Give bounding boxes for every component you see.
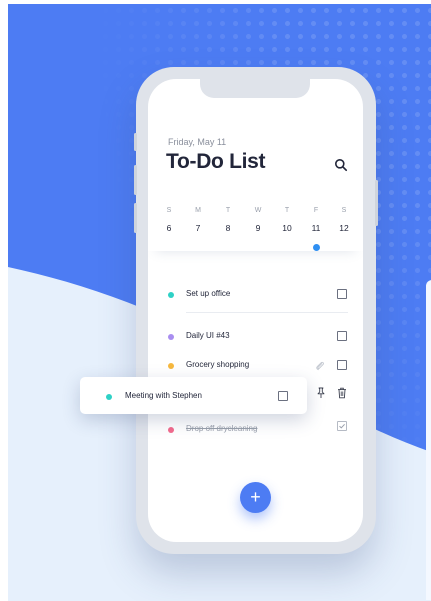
phone-side-button bbox=[134, 165, 137, 195]
search-icon[interactable] bbox=[334, 158, 348, 172]
day-cell-selected[interactable]: F 11 bbox=[306, 207, 326, 233]
task-color-dot bbox=[106, 394, 112, 400]
page-title: To-Do List bbox=[166, 150, 266, 173]
task-label: Grocery shopping bbox=[186, 360, 250, 369]
day-letter: W bbox=[254, 207, 262, 214]
task-item[interactable]: Daily UI #43 bbox=[148, 328, 363, 348]
task-label: Meeting with Stephen bbox=[125, 391, 202, 400]
task-checkbox[interactable] bbox=[278, 391, 288, 401]
day-letter: F bbox=[313, 207, 319, 214]
day-cell[interactable]: M 7 bbox=[188, 207, 208, 233]
day-cell[interactable]: S 12 bbox=[334, 207, 354, 233]
day-cell[interactable]: T 8 bbox=[218, 207, 238, 233]
day-letter: T bbox=[225, 207, 231, 214]
task-divider bbox=[186, 312, 348, 313]
task-item[interactable]: Set up office bbox=[148, 286, 363, 306]
task-color-dot bbox=[168, 292, 174, 298]
day-number: 11 bbox=[311, 223, 321, 233]
day-number: 12 bbox=[339, 223, 349, 233]
task-item-completed[interactable]: Drop off drycleaning bbox=[148, 421, 363, 441]
day-cell[interactable]: T 10 bbox=[277, 207, 297, 233]
day-letter: S bbox=[341, 207, 347, 214]
pin-icon[interactable] bbox=[316, 387, 326, 399]
task-checkbox[interactable] bbox=[337, 360, 347, 370]
task-checkbox[interactable] bbox=[337, 331, 347, 341]
paperclip-icon bbox=[316, 361, 324, 371]
day-number: 6 bbox=[166, 223, 172, 233]
task-color-dot bbox=[168, 363, 174, 369]
app-screen: Friday, May 11 To-Do List S 6 M 7 T 8 W … bbox=[148, 79, 363, 542]
add-task-button[interactable]: + bbox=[240, 482, 271, 513]
day-number: 10 bbox=[282, 223, 292, 233]
task-label: Daily UI #43 bbox=[186, 331, 230, 340]
task-checkbox[interactable] bbox=[337, 289, 347, 299]
phone-side-button bbox=[134, 203, 137, 233]
task-color-dot bbox=[168, 427, 174, 433]
day-number: 8 bbox=[225, 223, 231, 233]
task-label: Set up office bbox=[186, 289, 231, 298]
day-cell[interactable]: W 9 bbox=[248, 207, 268, 233]
task-item[interactable]: Grocery shopping bbox=[148, 357, 363, 377]
task-color-dot bbox=[168, 334, 174, 340]
dragged-task-card[interactable]: Meeting with Stephen bbox=[80, 377, 307, 414]
selected-day-indicator bbox=[313, 244, 320, 251]
task-label: Drop off drycleaning bbox=[186, 424, 258, 433]
current-date: Friday, May 11 bbox=[168, 137, 227, 147]
next-screen-edge bbox=[426, 280, 431, 600]
check-icon bbox=[339, 423, 345, 429]
week-calendar-strip: S 6 M 7 T 8 W 9 T 10 F 11 S 12 bbox=[148, 199, 363, 251]
phone-side-button bbox=[134, 133, 137, 151]
phone-notch bbox=[200, 79, 310, 98]
day-letter: M bbox=[195, 207, 201, 214]
phone-power-button bbox=[375, 180, 378, 226]
day-number: 9 bbox=[255, 223, 261, 233]
day-number: 7 bbox=[195, 223, 201, 233]
day-cell[interactable]: S 6 bbox=[159, 207, 179, 233]
day-letter: T bbox=[284, 207, 290, 214]
day-letter: S bbox=[166, 207, 172, 214]
trash-icon[interactable] bbox=[337, 387, 347, 399]
task-checkbox-checked[interactable] bbox=[337, 421, 347, 431]
